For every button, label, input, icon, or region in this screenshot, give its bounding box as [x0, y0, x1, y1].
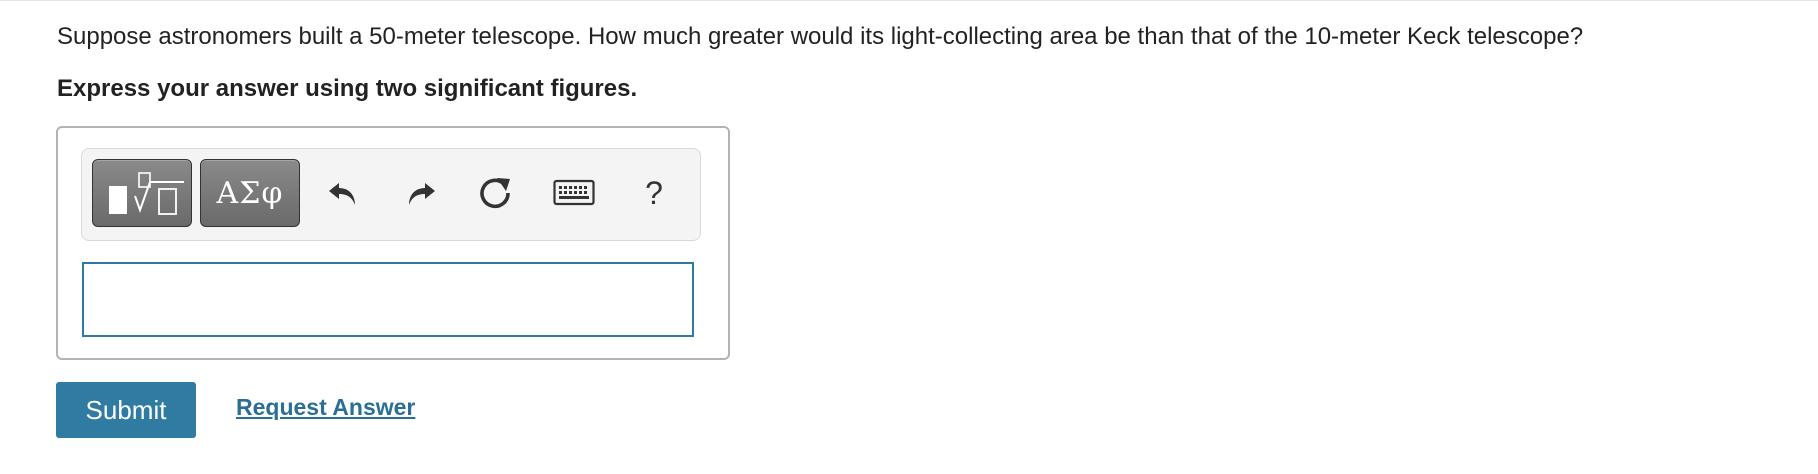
- help-button[interactable]: ?: [626, 159, 682, 227]
- answer-panel: ΑΣφ ?: [56, 126, 730, 360]
- reset-icon: [480, 178, 510, 209]
- greek-symbols-label: ΑΣφ: [216, 175, 284, 211]
- answer-instruction: Express your answer using two significan…: [57, 75, 638, 102]
- keyboard-icon: [553, 179, 595, 206]
- redo-icon: [409, 183, 435, 205]
- undo-icon: [329, 183, 355, 205]
- keyboard-button[interactable]: [546, 159, 602, 227]
- reset-button[interactable]: [468, 159, 524, 227]
- greek-symbols-button[interactable]: ΑΣφ: [200, 159, 300, 227]
- request-answer-link[interactable]: Request Answer: [236, 394, 415, 421]
- redo-button[interactable]: [392, 159, 448, 227]
- templates-button[interactable]: [92, 159, 192, 227]
- undo-button[interactable]: [316, 159, 372, 227]
- math-toolbar: ΑΣφ ?: [81, 148, 701, 241]
- question-text: Suppose astronomers built a 50-meter tel…: [57, 23, 1584, 50]
- submit-button[interactable]: Submit: [56, 382, 196, 438]
- top-divider: [0, 0, 1818, 1]
- answer-input[interactable]: [82, 262, 694, 337]
- templates-radical-icon: [109, 172, 184, 215]
- help-icon: ?: [645, 174, 663, 211]
